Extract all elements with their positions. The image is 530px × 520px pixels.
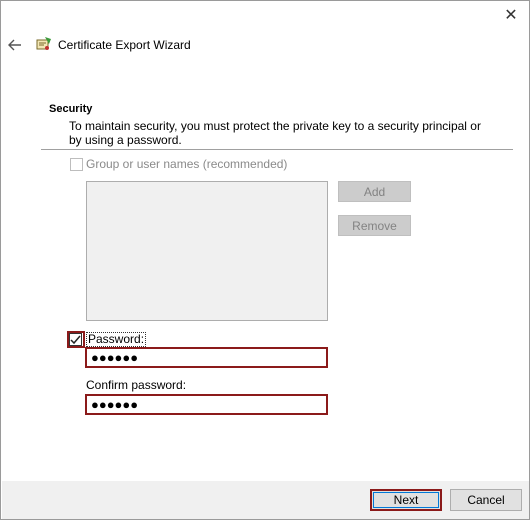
section-description: To maintain security, you must protect t…: [69, 119, 481, 147]
back-button[interactable]: [5, 35, 25, 55]
section-title: Security: [49, 103, 93, 115]
password-label: Password:: [86, 332, 147, 347]
cancel-button[interactable]: Cancel: [450, 489, 522, 511]
group-checkbox-label: Group or user names (recommended): [86, 157, 288, 171]
certificate-icon: [36, 37, 51, 50]
wizard-window: ✕ Certificate Export Wizard Security To …: [0, 0, 530, 520]
add-button[interactable]: Add: [338, 181, 411, 202]
confirm-password-field[interactable]: ●●●●●●: [85, 394, 328, 415]
group-checkbox[interactable]: [70, 158, 83, 171]
next-button-focus-ring: [373, 492, 439, 508]
back-arrow-icon: [8, 39, 21, 51]
confirm-password-label: Confirm password:: [86, 378, 187, 392]
divider: [41, 149, 513, 150]
checkmark-icon: [70, 335, 81, 344]
wizard-title: Certificate Export Wizard: [58, 38, 191, 52]
password-field[interactable]: ●●●●●●: [85, 347, 328, 368]
remove-button[interactable]: Remove: [338, 215, 411, 236]
user-names-listbox[interactable]: [86, 181, 328, 321]
close-icon: ✕: [504, 7, 518, 24]
close-button[interactable]: ✕: [499, 5, 523, 27]
password-checkbox[interactable]: [69, 333, 82, 346]
